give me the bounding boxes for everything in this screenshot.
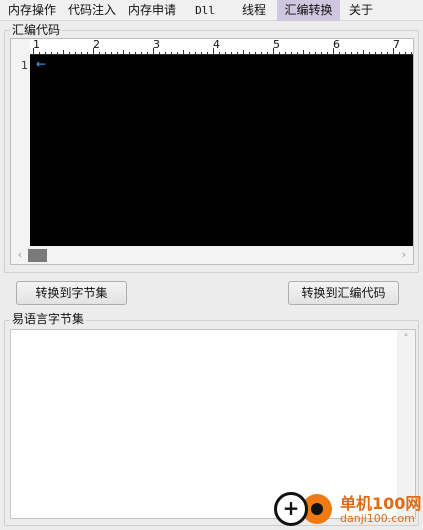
ruler-tick bbox=[333, 48, 334, 54]
ruler-tick bbox=[339, 52, 340, 54]
ruler-tick bbox=[237, 52, 238, 54]
ruler-tick bbox=[405, 52, 406, 54]
menu-about[interactable]: 关于 bbox=[344, 0, 378, 21]
ruler-tick bbox=[153, 48, 154, 54]
ruler-tick bbox=[39, 52, 40, 54]
ruler-tick bbox=[213, 48, 214, 54]
ruler-tick bbox=[129, 52, 130, 54]
ruler-tick bbox=[399, 52, 400, 54]
ruler-tick bbox=[117, 52, 118, 54]
ruler-number: 6 bbox=[333, 39, 340, 51]
scroll-right-icon[interactable]: › bbox=[397, 246, 411, 264]
caret-arrow-icon: ← bbox=[36, 57, 47, 71]
ruler-tick bbox=[375, 52, 376, 54]
line-number-gutter: 1 bbox=[11, 55, 30, 246]
ruler-tick bbox=[105, 52, 106, 54]
watermark-brand: 单机100网 bbox=[340, 494, 422, 513]
ruler-tick bbox=[363, 50, 364, 54]
horizontal-scrollbar[interactable]: ‹ › bbox=[11, 246, 413, 264]
watermark-site: danji100.com bbox=[340, 512, 415, 525]
ruler-tick bbox=[309, 52, 310, 54]
ruler-tick bbox=[249, 52, 250, 54]
menu-thread[interactable]: 线程 bbox=[236, 0, 272, 21]
convert-to-bytes-button[interactable]: 转换到字节集 bbox=[16, 281, 127, 305]
ruler-tick bbox=[303, 50, 304, 54]
ruler-tick bbox=[33, 48, 34, 54]
ruler-tick bbox=[291, 52, 292, 54]
ruler-tick bbox=[147, 52, 148, 54]
ruler-tick bbox=[171, 52, 172, 54]
menu-memory-alloc[interactable]: 内存申请 bbox=[124, 0, 180, 21]
ruler-tick bbox=[57, 52, 58, 54]
ruler-tick bbox=[267, 52, 268, 54]
scroll-thumb[interactable] bbox=[28, 249, 47, 262]
ruler-tick bbox=[387, 52, 388, 54]
ruler-tick bbox=[141, 52, 142, 54]
convert-to-asm-button[interactable]: 转换到汇编代码 bbox=[288, 281, 399, 305]
ruler-tick bbox=[345, 52, 346, 54]
ruler-tick bbox=[369, 52, 370, 54]
ruler-tick bbox=[381, 52, 382, 54]
ruler-number: 1 bbox=[33, 39, 40, 51]
bytes-group-title: 易语言字节集 bbox=[10, 312, 87, 326]
ruler-number: 7 bbox=[393, 39, 400, 51]
ruler-number: 3 bbox=[153, 39, 160, 51]
ruler-tick bbox=[81, 52, 82, 54]
ruler-tick bbox=[351, 52, 352, 54]
ruler-tick bbox=[123, 50, 124, 54]
ruler-tick bbox=[321, 52, 322, 54]
ruler-tick bbox=[357, 52, 358, 54]
menu-dll[interactable]: Dll bbox=[190, 0, 220, 21]
ruler-tick bbox=[243, 50, 244, 54]
code-area[interactable]: ← bbox=[30, 55, 413, 246]
ruler-tick bbox=[75, 52, 76, 54]
ruler-tick bbox=[159, 52, 160, 54]
ruler-tick bbox=[225, 52, 226, 54]
ruler-tick bbox=[111, 52, 112, 54]
ruler-tick bbox=[255, 52, 256, 54]
ruler-tick bbox=[45, 52, 46, 54]
ruler-tick bbox=[87, 52, 88, 54]
ruler-number: 4 bbox=[213, 39, 220, 51]
scroll-left-icon[interactable]: ‹ bbox=[13, 246, 27, 264]
ruler-tick bbox=[189, 52, 190, 54]
ruler-number: 2 bbox=[93, 39, 100, 51]
line-number: 1 bbox=[21, 59, 28, 72]
ruler-tick bbox=[183, 50, 184, 54]
menu-code-inject[interactable]: 代码注入 bbox=[64, 0, 120, 21]
watermark-logo-icon: + bbox=[274, 492, 308, 526]
ruler-tick bbox=[393, 48, 394, 54]
ruler-tick bbox=[261, 52, 262, 54]
ruler-tick bbox=[63, 50, 64, 54]
asm-code-editor[interactable]: 1 2 3 4 5 6 7 1 ← ‹ › bbox=[10, 38, 414, 265]
menu-asm-convert[interactable]: 汇编转换 bbox=[277, 0, 340, 21]
menu-bar: 内存操作 代码注入 内存申请 Dll 线程 汇编转换 关于 bbox=[0, 0, 423, 21]
ruler-tick bbox=[231, 52, 232, 54]
ruler-tick bbox=[51, 52, 52, 54]
ruler-tick bbox=[93, 48, 94, 54]
ruler-tick bbox=[219, 52, 220, 54]
ruler-tick bbox=[165, 52, 166, 54]
ruler-tick bbox=[315, 52, 316, 54]
ruler-tick bbox=[273, 48, 274, 54]
ruler-tick bbox=[201, 52, 202, 54]
ruler-tick bbox=[279, 52, 280, 54]
scroll-up-icon[interactable]: ˄ bbox=[397, 332, 415, 345]
menu-memory-ops[interactable]: 内存操作 bbox=[4, 0, 60, 21]
ruler-tick bbox=[177, 52, 178, 54]
ruler-tick bbox=[411, 52, 412, 54]
ruler-tick bbox=[285, 52, 286, 54]
watermark: + 单机100网 danji100.com bbox=[274, 488, 423, 530]
ruler-tick bbox=[297, 52, 298, 54]
ruler-number: 5 bbox=[273, 39, 280, 51]
asm-code-group-title: 汇编代码 bbox=[10, 23, 63, 37]
ruler-tick bbox=[99, 52, 100, 54]
ruler-tick bbox=[135, 52, 136, 54]
ruler-tick bbox=[69, 52, 70, 54]
ruler-tick bbox=[207, 52, 208, 54]
ruler-tick bbox=[195, 52, 196, 54]
column-ruler: 1 2 3 4 5 6 7 bbox=[30, 39, 413, 55]
ruler-tick bbox=[327, 52, 328, 54]
